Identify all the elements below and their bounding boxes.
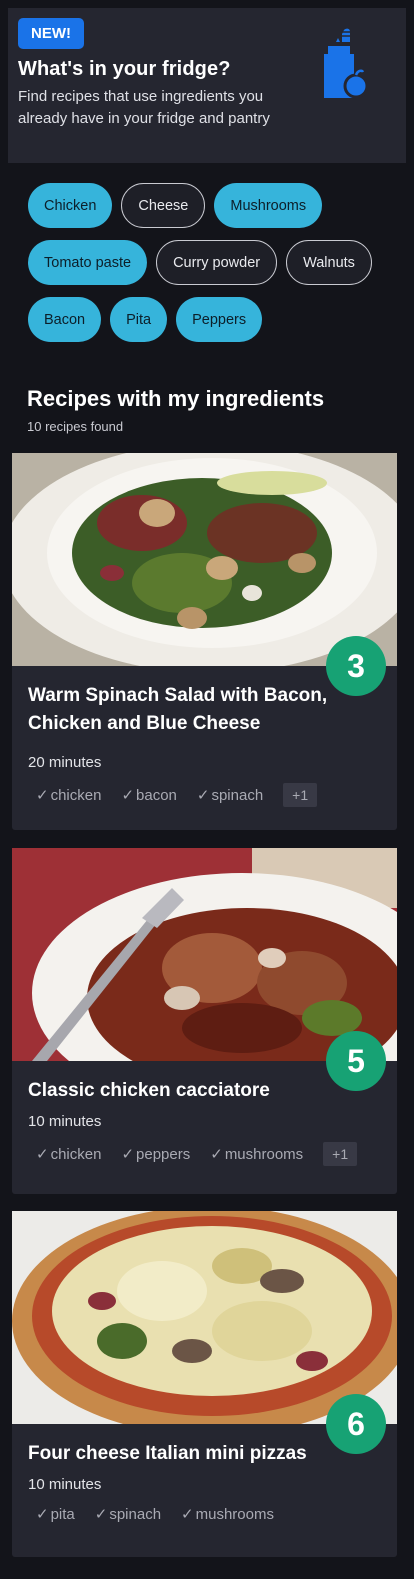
- recipe-title[interactable]: Classic chicken cacciatore: [28, 1077, 348, 1105]
- ingredient-tag: ✓ spinach: [196, 786, 264, 805]
- results-count: 10 recipes found: [27, 419, 124, 434]
- chip-tomato-paste[interactable]: Tomato paste: [28, 240, 148, 285]
- more-ingredients-badge[interactable]: +1: [283, 783, 318, 807]
- recipe-card[interactable]: 3 Warm Spinach Salad with Bacon, Chicken…: [12, 453, 397, 830]
- new-badge: NEW!: [18, 18, 84, 49]
- ingredient-tag: ✓ peppers: [121, 1145, 191, 1164]
- chip-chicken[interactable]: Chicken: [28, 183, 113, 228]
- check-icon: ✓: [210, 1146, 223, 1163]
- ingredient-tags: ✓ chicken ✓ bacon ✓ spinach +1: [36, 783, 381, 807]
- ingredient-chips: Chicken Cheese Mushrooms Tomato paste Cu…: [28, 183, 388, 354]
- ingredient-tags: ✓ chicken ✓ peppers ✓ mushrooms +1: [36, 1142, 381, 1166]
- chip-peppers[interactable]: Peppers: [176, 297, 263, 342]
- ingredient-tag: ✓ mushrooms: [181, 1505, 274, 1524]
- recipe-image-spinach-salad: [12, 453, 397, 666]
- chip-mushrooms[interactable]: Mushrooms: [214, 183, 323, 228]
- more-ingredients-badge[interactable]: +1: [323, 1142, 358, 1166]
- check-icon: ✓: [36, 787, 49, 804]
- chip-bacon[interactable]: Bacon: [28, 297, 102, 342]
- promo-description: Find recipes that use ingredients you al…: [18, 88, 270, 127]
- results-heading: Recipes with my ingredients: [27, 386, 325, 411]
- check-icon: ✓: [181, 1506, 194, 1523]
- chip-pita[interactable]: Pita: [110, 297, 168, 342]
- check-icon: ✓: [36, 1506, 49, 1523]
- recipe-title[interactable]: Four cheese Italian mini pizzas: [28, 1440, 348, 1468]
- ingredient-tag: ✓ chicken: [36, 1145, 102, 1164]
- check-icon: ✓: [121, 787, 135, 804]
- recipe-time: 20 minutes: [28, 754, 102, 771]
- chip-walnuts[interactable]: Walnuts: [286, 240, 372, 285]
- ingredient-tag: ✓ spinach: [94, 1505, 162, 1524]
- ingredient-tags: ✓ pita ✓ spinach ✓ mushrooms: [36, 1505, 381, 1524]
- fridge-promo-banner[interactable]: NEW! What's in your fridge? Find recipes…: [8, 8, 406, 163]
- ingredient-tag: ✓ mushrooms: [210, 1145, 304, 1164]
- chip-row: Chicken Cheese Mushrooms: [28, 183, 388, 228]
- recipe-image-chicken-cacciatore: [12, 848, 397, 1061]
- match-score-badge: 6: [326, 1394, 386, 1454]
- check-icon: ✓: [94, 1506, 108, 1523]
- chip-curry-powder[interactable]: Curry powder: [156, 240, 278, 285]
- chip-cheese[interactable]: Cheese: [121, 183, 206, 228]
- chip-row: Bacon Pita Peppers: [28, 297, 388, 342]
- ingredient-tag: ✓ chicken: [36, 786, 102, 805]
- recipe-image-mini-pizzas: [12, 1211, 397, 1424]
- chip-row: Tomato paste Curry powder Walnuts: [28, 240, 388, 285]
- match-score-badge: 3: [326, 636, 386, 696]
- recipe-time: 10 minutes: [28, 1113, 102, 1130]
- match-score-badge: 5: [326, 1031, 386, 1091]
- recipe-card[interactable]: 5 Classic chicken cacciatore 10 minutes …: [12, 848, 397, 1194]
- check-icon: ✓: [196, 787, 210, 804]
- grocery-bag-icon: [324, 28, 368, 99]
- ingredient-tag: ✓ pita: [36, 1505, 75, 1524]
- recipe-card[interactable]: 6 Four cheese Italian mini pizzas 10 min…: [12, 1211, 397, 1557]
- recipe-time: 10 minutes: [28, 1476, 102, 1493]
- recipe-title[interactable]: Warm Spinach Salad with Bacon, Chicken a…: [28, 682, 348, 738]
- check-icon: ✓: [121, 1146, 135, 1163]
- check-icon: ✓: [36, 1146, 49, 1163]
- ingredient-tag: ✓ bacon: [121, 786, 177, 805]
